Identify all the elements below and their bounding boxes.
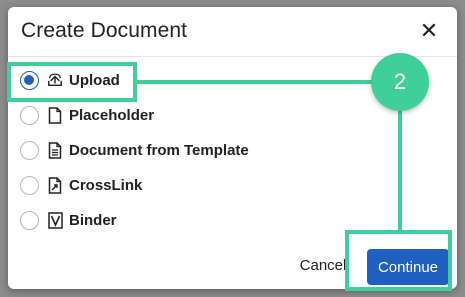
- option-binder[interactable]: Binder: [20, 207, 117, 233]
- continue-button[interactable]: Continue: [367, 249, 449, 285]
- radio-binder[interactable]: [20, 210, 39, 230]
- dialog-title: Create Document: [21, 19, 188, 42]
- close-icon: ✕: [419, 18, 439, 43]
- radio-placeholder[interactable]: [20, 105, 39, 125]
- upload-icon: [47, 71, 63, 89]
- option-label-binder: Binder: [69, 211, 117, 229]
- option-label-upload: Upload: [69, 71, 120, 89]
- step-badge: 2: [371, 53, 429, 111]
- binder-icon: [47, 211, 63, 229]
- crosslink-icon: [47, 176, 63, 194]
- radio-crosslink[interactable]: [20, 175, 39, 195]
- option-document-from-template[interactable]: Document from Template: [20, 137, 249, 163]
- file-icon: [47, 106, 63, 124]
- option-label-placeholder: Placeholder: [69, 106, 155, 124]
- radio-upload[interactable]: [20, 70, 39, 90]
- document-icon: [47, 141, 63, 159]
- option-label-document-from-template: Document from Template: [69, 141, 249, 159]
- close-button[interactable]: ✕: [417, 17, 441, 45]
- option-upload[interactable]: Upload: [20, 67, 120, 93]
- option-placeholder[interactable]: Placeholder: [20, 102, 154, 128]
- option-label-crosslink: CrossLink: [69, 176, 143, 194]
- create-document-dialog: Create Document ✕ Upload Placeholder Doc…: [8, 7, 457, 289]
- option-crosslink[interactable]: CrossLink: [20, 172, 142, 198]
- dialog-header: Create Document ✕: [8, 7, 457, 57]
- radio-document-from-template[interactable]: [20, 140, 39, 160]
- cancel-button[interactable]: Cancel: [293, 252, 353, 278]
